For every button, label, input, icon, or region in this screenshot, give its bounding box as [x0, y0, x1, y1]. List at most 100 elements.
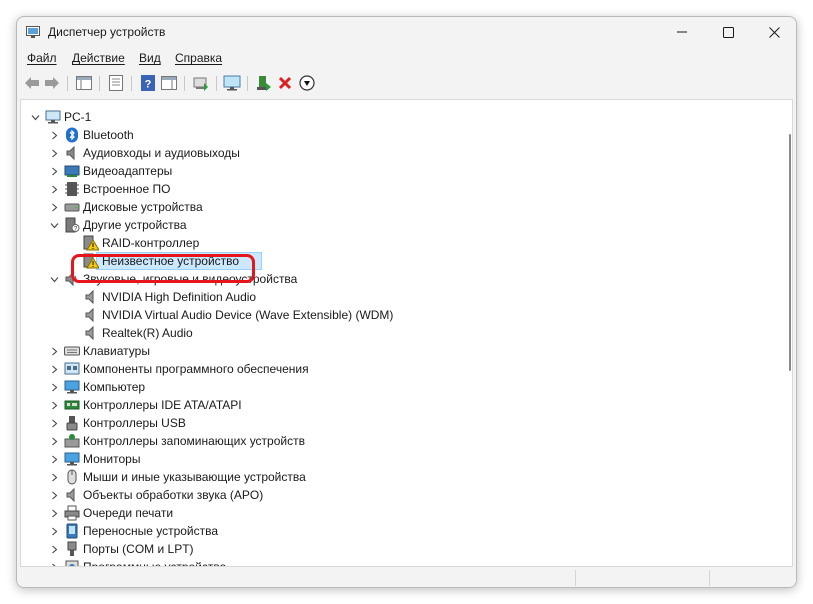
- svg-text:?: ?: [145, 79, 152, 91]
- mouse-icon: [67, 469, 77, 485]
- scrollbar-thumb[interactable]: [789, 134, 791, 371]
- storage-controller-icon: [64, 434, 80, 448]
- back-arrow-icon: [25, 77, 39, 89]
- tree-category[interactable]: Контроллеры USB: [21, 414, 781, 432]
- tree-category[interactable]: Переносные устройства: [21, 522, 781, 540]
- tree-category[interactable]: Контроллеры IDE ATA/ATAPI: [21, 396, 781, 414]
- chevron-right-icon[interactable]: [50, 167, 59, 176]
- tree-item-label: Bluetooth: [83, 128, 134, 142]
- help-button[interactable]: ?: [138, 73, 158, 93]
- chevron-right-icon[interactable]: [50, 365, 59, 374]
- close-button[interactable]: [751, 17, 796, 47]
- tree-category[interactable]: Компоненты программного обеспечения: [21, 360, 781, 378]
- chevron-right-icon[interactable]: [50, 149, 59, 158]
- tree-category[interactable]: Мониторы: [21, 450, 781, 468]
- tree-category[interactable]: Порты (COM и LPT): [21, 540, 781, 558]
- tree-category[interactable]: Контроллеры запоминающих устройств: [21, 432, 781, 450]
- chevron-right-icon[interactable]: [50, 491, 59, 500]
- tree-item-label: Контроллеры IDE ATA/ATAPI: [83, 398, 242, 412]
- disable-device-button[interactable]: [297, 73, 317, 93]
- tree-category[interactable]: Клавиатуры: [21, 342, 781, 360]
- other-devices-icon: ?: [65, 217, 80, 233]
- tree-category[interactable]: Программные устройства: [21, 558, 781, 567]
- tree-device[interactable]: RAID-контроллер: [21, 234, 781, 252]
- portable-device-icon: [66, 523, 78, 539]
- menu-action[interactable]: Действие: [72, 51, 125, 65]
- tree-category[interactable]: ? Другие устройства: [21, 216, 781, 234]
- minimize-button[interactable]: [659, 17, 705, 47]
- chevron-right-icon[interactable]: [50, 131, 59, 140]
- chevron-right-icon[interactable]: [50, 563, 59, 567]
- tree-item-label: Компоненты программного обеспечения: [83, 362, 309, 376]
- uninstall-device-button[interactable]: [275, 73, 295, 93]
- chevron-down-icon[interactable]: [31, 113, 40, 122]
- software-component-icon: [64, 362, 80, 375]
- tree-item-label: Другие устройства: [83, 218, 187, 232]
- forward-arrow-icon: [45, 77, 59, 89]
- update-driver-button[interactable]: [191, 73, 211, 93]
- scan-hardware-button[interactable]: [222, 73, 242, 93]
- forward-button[interactable]: [42, 73, 62, 93]
- tree-category[interactable]: Очереди печати: [21, 504, 781, 522]
- device-tree[interactable]: PC-1 Bluetooth Аудиовходы и аудиовыходы Вид…: [20, 99, 793, 567]
- chevron-right-icon[interactable]: [50, 401, 59, 410]
- tree-item-label: Видеоадаптеры: [83, 164, 173, 178]
- enable-device-icon: [257, 76, 271, 91]
- back-button[interactable]: [22, 73, 42, 93]
- speaker-icon: [85, 307, 94, 323]
- menu-view[interactable]: Вид: [139, 51, 161, 65]
- tree-device[interactable]: Realtek(R) Audio: [21, 324, 781, 342]
- chevron-right-icon[interactable]: [50, 419, 59, 428]
- tree-item-label: Очереди печати: [83, 506, 174, 520]
- vertical-scrollbar[interactable]: [787, 100, 792, 566]
- audio-io-icon: [66, 145, 75, 161]
- chevron-right-icon[interactable]: [50, 185, 59, 194]
- show-hide-console-tree-button[interactable]: [74, 73, 94, 93]
- tree-item-label: NVIDIA High Definition Audio: [102, 290, 257, 304]
- software-device-icon: [65, 560, 79, 566]
- chevron-right-icon[interactable]: [50, 203, 59, 212]
- tree-category[interactable]: Дисковые устройства: [21, 198, 781, 216]
- maximize-icon: [722, 26, 734, 38]
- chevron-down-icon[interactable]: [50, 275, 59, 284]
- tree-category[interactable]: Видеоадаптеры: [21, 162, 781, 180]
- tree-root[interactable]: PC-1: [21, 108, 781, 126]
- tree-item-label: Контроллеры запоминающих устройств: [83, 434, 305, 448]
- tree-category[interactable]: Встроенное ПО: [21, 180, 781, 198]
- tree-category[interactable]: Bluetooth: [21, 126, 781, 144]
- chevron-right-icon[interactable]: [50, 509, 59, 518]
- chevron-right-icon[interactable]: [50, 455, 59, 464]
- tree-category[interactable]: Объекты обработки звука (APO): [21, 486, 781, 504]
- menu-file[interactable]: Файл: [27, 51, 57, 65]
- tree-item-label: Программные устройства: [83, 560, 227, 567]
- toolbar-separator: [131, 76, 132, 91]
- menu-help[interactable]: Справка: [175, 51, 222, 65]
- action-pane-button[interactable]: [159, 73, 179, 93]
- maximize-button[interactable]: [705, 17, 751, 47]
- title-bar[interactable]: Диспетчер устройств: [17, 17, 796, 47]
- printer-icon: [64, 505, 80, 521]
- tree-category[interactable]: Аудиовходы и аудиовыходы: [21, 144, 781, 162]
- chevron-down-icon[interactable]: [50, 221, 59, 230]
- warning-device-icon: [83, 235, 99, 251]
- tree-device[interactable]: NVIDIA High Definition Audio: [21, 288, 781, 306]
- device-manager-window: Диспетчер устройств Файл Действие Вид Сп…: [16, 16, 797, 588]
- tree-item-label: Компьютер: [83, 380, 146, 394]
- chevron-right-icon[interactable]: [50, 347, 59, 356]
- chevron-right-icon[interactable]: [50, 527, 59, 536]
- properties-button[interactable]: [106, 73, 126, 93]
- chevron-right-icon[interactable]: [50, 437, 59, 446]
- tree-item-label: Аудиовходы и аудиовыходы: [83, 146, 240, 160]
- enable-device-button[interactable]: [254, 73, 274, 93]
- close-icon: [768, 26, 780, 38]
- chevron-right-icon[interactable]: [50, 473, 59, 482]
- ide-controller-icon: [64, 400, 80, 410]
- tree-category[interactable]: Мыши и иные указывающие устройства: [21, 468, 781, 486]
- chevron-right-icon[interactable]: [50, 383, 59, 392]
- chevron-right-icon[interactable]: [50, 545, 59, 554]
- tree-device[interactable]: NVIDIA Virtual Audio Device (Wave Extens…: [21, 306, 781, 324]
- monitor-icon: [64, 452, 80, 466]
- tree-item-label: Мониторы: [83, 452, 141, 466]
- tree-category[interactable]: Компьютер: [21, 378, 781, 396]
- toolbar: ?: [17, 71, 796, 97]
